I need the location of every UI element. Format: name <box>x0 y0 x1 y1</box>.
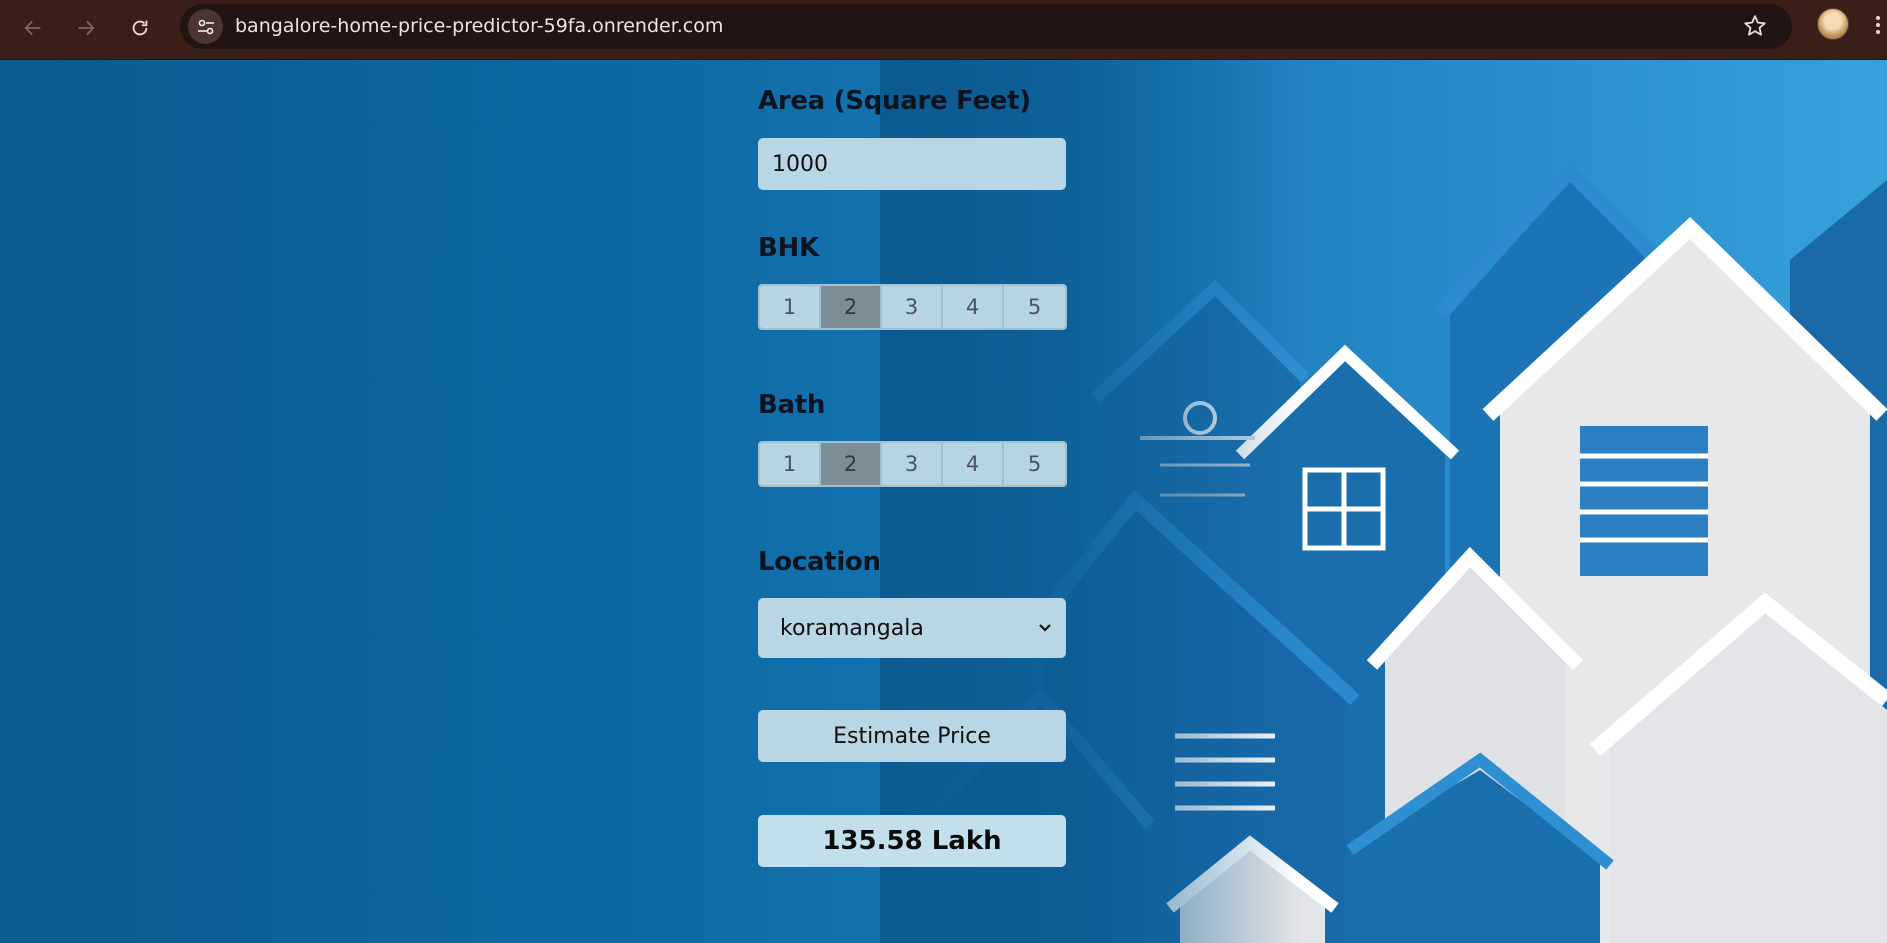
reload-icon <box>132 20 148 36</box>
url-text[interactable]: bangalore-home-price-predictor-59fa.onre… <box>235 15 723 37</box>
area-label: Area (Square Feet) <box>758 86 1031 116</box>
forward-button[interactable] <box>66 8 106 48</box>
site-settings-button[interactable] <box>188 9 223 44</box>
bath-option-1[interactable]: 1 <box>760 443 821 485</box>
menu-icon[interactable] <box>1873 16 1883 38</box>
bookmark-star-icon[interactable] <box>1742 13 1768 39</box>
bath-option-2[interactable]: 2 <box>821 443 882 485</box>
bhk-option-2[interactable]: 2 <box>821 286 882 328</box>
site-settings-icon <box>197 19 214 34</box>
bath-label: Bath <box>758 390 826 420</box>
browser-toolbar: bangalore-home-price-predictor-59fa.onre… <box>0 0 1887 60</box>
profile-avatar[interactable] <box>1817 8 1849 40</box>
address-bar[interactable]: bangalore-home-price-predictor-59fa.onre… <box>180 4 1792 49</box>
chevron-down-icon <box>1039 624 1051 632</box>
forward-arrow-icon <box>78 20 95 36</box>
back-arrow-icon <box>24 20 41 36</box>
bath-option-3[interactable]: 3 <box>882 443 943 485</box>
bhk-option-4[interactable]: 4 <box>943 286 1004 328</box>
bhk-label: BHK <box>758 233 819 263</box>
back-button[interactable] <box>13 8 53 48</box>
bath-option-5[interactable]: 5 <box>1004 443 1065 485</box>
bhk-selector: 1 2 3 4 5 <box>758 284 1067 330</box>
location-label: Location <box>758 547 881 577</box>
page-content: Area (Square Feet) BHK 1 2 3 4 5 Bath 1 … <box>0 60 1887 943</box>
reload-button[interactable] <box>120 8 160 48</box>
houses-background-illustration <box>880 60 1887 943</box>
estimate-price-button[interactable]: Estimate Price <box>758 710 1066 762</box>
bhk-option-1[interactable]: 1 <box>760 286 821 328</box>
area-input[interactable] <box>758 138 1066 190</box>
bhk-option-3[interactable]: 3 <box>882 286 943 328</box>
estimated-price-result: 135.58 Lakh <box>758 815 1066 867</box>
location-selected-value: koramangala <box>780 615 924 641</box>
bath-selector: 1 2 3 4 5 <box>758 441 1067 487</box>
bath-option-4[interactable]: 4 <box>943 443 1004 485</box>
bhk-option-5[interactable]: 5 <box>1004 286 1065 328</box>
location-select[interactable]: koramangala <box>758 598 1066 658</box>
